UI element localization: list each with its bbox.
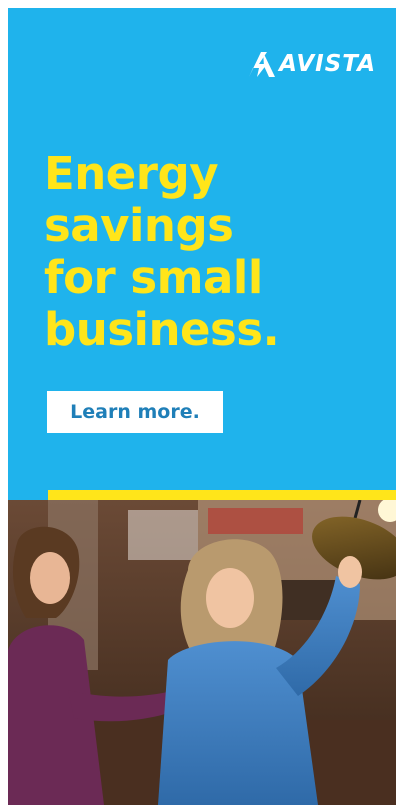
- woman-right-face: [206, 568, 254, 628]
- ad-banner[interactable]: AVISTA Energy savings for small business…: [8, 8, 396, 805]
- photo-two-women-restaurant: [8, 500, 396, 805]
- headline: Energy savings for small business.: [44, 147, 280, 356]
- learn-more-button[interactable]: Learn more.: [47, 391, 223, 433]
- headline-line-1: Energy: [44, 147, 219, 200]
- avista-lightning-a-icon: [249, 52, 276, 77]
- bg-shelf: [128, 510, 198, 560]
- logo-text: AVISTA: [279, 51, 376, 77]
- avista-logo: AVISTA: [245, 50, 376, 78]
- yellow-accent-bar: [48, 490, 396, 500]
- woman-right-hand: [338, 556, 362, 588]
- bg-sign: [208, 508, 303, 534]
- headline-line-2: savings: [44, 199, 234, 252]
- woman-left-face: [30, 552, 70, 604]
- headline-line-3: for small: [44, 251, 263, 304]
- headline-line-4: business.: [44, 303, 280, 356]
- photo-illustration: [8, 500, 396, 805]
